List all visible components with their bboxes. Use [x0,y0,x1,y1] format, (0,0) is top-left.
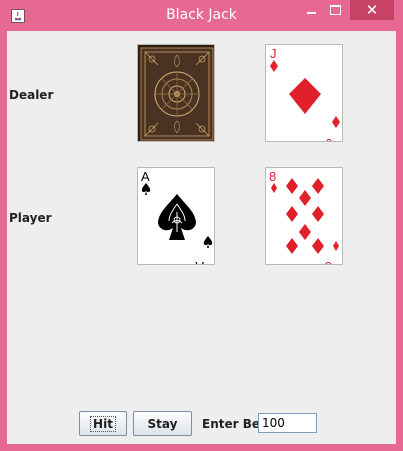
diamond-icon [332,116,340,128]
player-card-2-rank-rotated: 8 [325,259,332,265]
maximize-icon [329,5,341,15]
diamond-icon [270,60,278,72]
diamond-icon [271,183,277,193]
player-card-2-rank: 8 [269,169,276,184]
stay-button-label: Stay [147,416,178,431]
player-card-eight-diamonds: 8 8 [265,167,343,265]
close-button[interactable]: ✕ [350,0,394,20]
dealer-card-rank: J [270,46,277,61]
stay-button[interactable]: Stay [133,411,192,436]
minimize-button[interactable] [302,0,320,20]
minimize-icon [306,12,316,14]
java-app-icon[interactable] [11,9,25,23]
player-label: Player [9,211,52,225]
player-card-1-rank: A [141,169,150,184]
hit-button[interactable]: Hit [79,411,127,436]
maximize-button[interactable] [326,0,344,20]
player-card-1-rank-rotated: A [195,259,204,265]
app-window: Black Jack ✕ Dealer Player J A 8 Hit Sta… [0,0,403,451]
game-panel: Dealer Player J A 8 Hit Stay Enter Bet 1… [7,31,396,444]
hit-button-label: Hit [90,415,116,432]
diamond-icon [333,241,339,251]
title-bar[interactable]: Black Jack ✕ [0,0,403,31]
bet-input[interactable] [258,413,317,433]
player-card-ace-spades: A A [137,167,215,265]
dealer-card-jack-diamonds: J J [265,44,343,142]
bet-label: Enter Bet [202,417,266,431]
dealer-label: Dealer [9,88,54,102]
spade-icon [203,236,213,248]
spade-icon [141,183,151,195]
dealer-card-back [137,44,215,142]
dealer-card-rank-rotated: J [326,136,333,142]
close-icon: ✕ [365,1,379,19]
diamond-icon [289,78,321,114]
